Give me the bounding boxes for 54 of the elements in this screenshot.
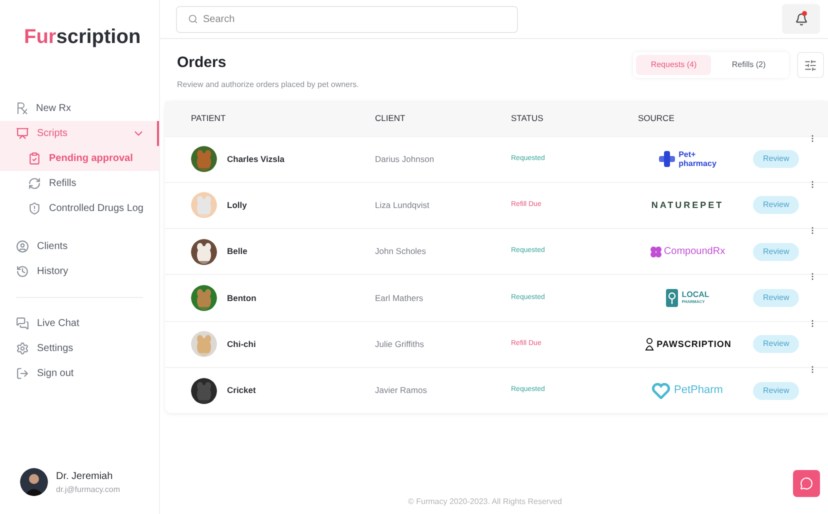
pharmacy-logo: NATUREPET (651, 198, 724, 212)
nav-item[interactable]: Clients (0, 234, 159, 259)
patient-name: Cricket (227, 384, 256, 397)
easel-icon (16, 127, 29, 140)
client-name: Darius Johnson (375, 152, 436, 166)
nav-item[interactable]: Refills (0, 171, 159, 196)
chat-button[interactable] (793, 470, 820, 497)
patient-name: Belle (227, 245, 248, 258)
nav-item[interactable]: History (0, 259, 159, 284)
pharmacy-logo: PetPharm (652, 382, 723, 399)
client-name: Julie Griffiths (375, 338, 425, 351)
sign-out-icon (16, 367, 29, 380)
chat-icon (16, 317, 29, 330)
patient-name: Chi-chi (227, 338, 256, 351)
prescription-icon (16, 102, 28, 115)
pharmacy-logo: PAWSCRIPTION (644, 338, 732, 352)
client-name: Earl Mathers (375, 292, 424, 304)
nav-item[interactable]: Controlled Drugs Log (0, 196, 159, 221)
user-name: Dr. Jeremiah (56, 470, 114, 484)
notification-button[interactable] (782, 4, 820, 34)
client-name: John Scholes (375, 245, 428, 258)
client-name: Liza Lundqvist (375, 199, 430, 212)
filter-tab[interactable]: Refills (2) (711, 55, 786, 75)
pharmacy-logo: Pet+ pharmacy (658, 150, 716, 168)
user-circle-icon (16, 240, 29, 253)
patient-name: Lolly (227, 199, 247, 212)
column-header: SOURCE (638, 112, 676, 124)
column-header: STATUS (511, 112, 544, 124)
nav-item[interactable]: Live Chat (0, 311, 159, 336)
nav-item[interactable]: Sign out (0, 361, 159, 386)
logo: Furscription (23, 25, 142, 50)
column-header: PATIENT (191, 112, 227, 124)
column-header: CLIENT (375, 112, 406, 124)
shield-icon (28, 202, 41, 215)
refresh-icon (28, 177, 41, 190)
search-icon (188, 14, 198, 24)
page-subtitle: Review and authorize orders placed by pet owners. (177, 78, 359, 90)
nav-item[interactable]: New Rx (0, 96, 159, 121)
filter-button[interactable] (797, 52, 824, 78)
patient-name: Benton (227, 292, 256, 304)
client-name: Javier Ramos (375, 384, 428, 397)
sliders-icon (804, 58, 818, 72)
user-email: dr.j@furmacy.com (56, 484, 120, 496)
page-title: Orders (177, 53, 228, 73)
history-icon (16, 265, 29, 278)
settings-icon (16, 342, 29, 355)
copyright: © Furmacy 2020-2023. All Rights Reserved (408, 496, 562, 508)
patient-name: Charles Vizsla (227, 152, 284, 166)
bell-icon (794, 12, 808, 26)
pharmacy-logo: CompoundRx (650, 244, 726, 260)
chat-icon (800, 477, 814, 490)
search-field[interactable]: Search (176, 6, 518, 32)
nav-item[interactable]: Settings (0, 336, 159, 361)
clipboard-icon (28, 152, 41, 165)
